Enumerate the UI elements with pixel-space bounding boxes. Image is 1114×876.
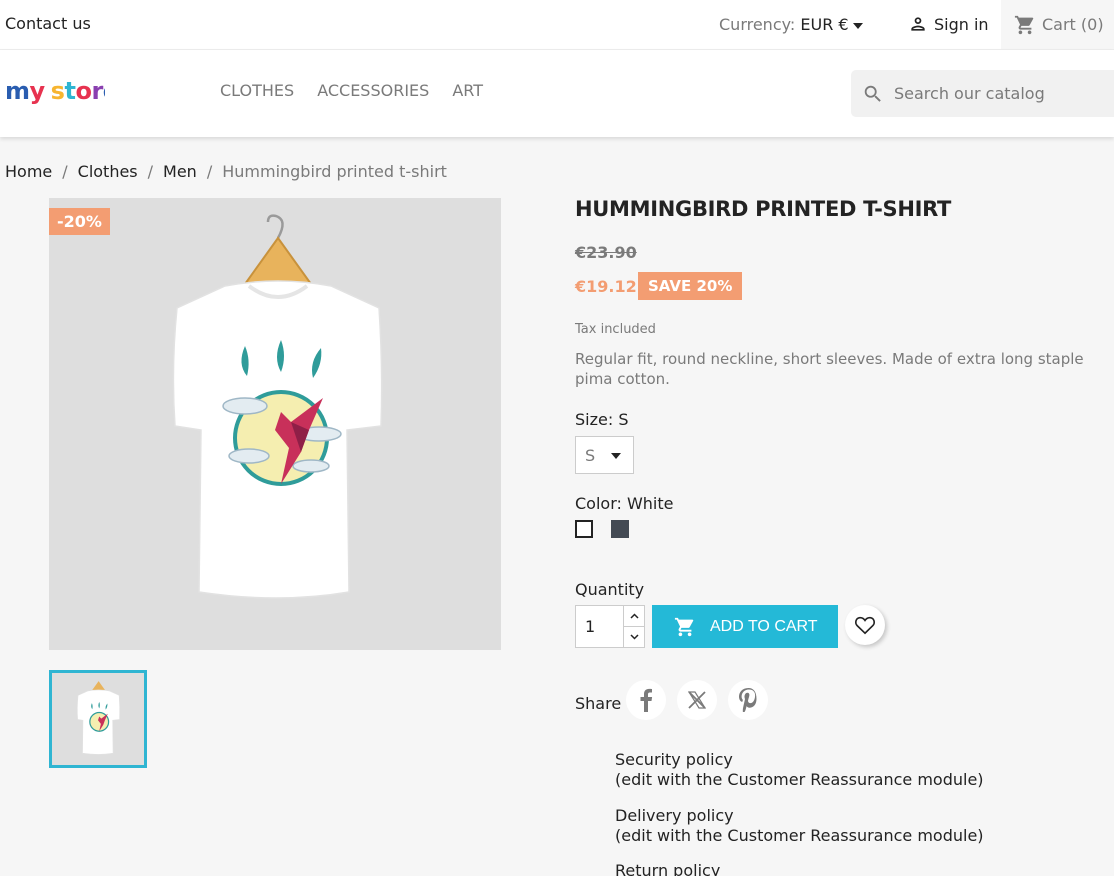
breadcrumb-men[interactable]: Men [163,162,197,181]
tax-label: Tax included [575,322,656,337]
store-logo[interactable]: mystore [5,77,119,115]
search-input[interactable] [894,84,1094,103]
currency-selector[interactable]: Currency: EUR € [719,15,863,34]
nav-item-art[interactable]: ART [452,81,483,100]
chevron-down-icon [629,634,639,640]
quantity-label: Quantity [575,580,645,599]
logo-wordmark: mystore [5,77,119,105]
breadcrumb-home[interactable]: Home [5,162,52,181]
product-main-image[interactable] [49,198,501,650]
caret-down-icon [852,22,863,29]
color-label: Color: White [575,494,674,513]
header: mystore CLOTHES ACCESSORIES ART [0,50,1114,137]
shopping-cart-icon [1014,15,1034,34]
nav-item-clothes[interactable]: CLOTHES [220,81,294,100]
share-label: Share [575,694,622,713]
currency-value: EUR € [800,15,849,34]
main-nav: CLOTHES ACCESSORIES ART [220,81,483,100]
currency-label: Currency: [719,15,796,34]
svg-text:mystore: mystore [5,77,105,105]
size-label: Size: S [575,410,629,429]
size-select[interactable]: S [575,436,634,474]
contact-link[interactable]: Contact us [5,14,91,33]
tshirt-thumbnail-image [77,681,121,755]
chevron-up-icon [629,613,639,619]
quantity-stepper [575,605,645,648]
reassurance-subtitle: (edit with the Customer Reassurance modu… [615,826,984,845]
share-x-button[interactable] [677,680,717,720]
shopping-cart-icon [674,617,694,636]
search-box [851,70,1114,117]
current-price: €19.12 [575,277,637,296]
reassurance-delivery: Delivery policy (edit with the Customer … [615,806,984,846]
color-swatch-grey[interactable] [611,520,629,538]
wishlist-button[interactable] [845,605,885,645]
quantity-spinner [623,606,644,647]
top-bar: Contact us Currency: EUR € Sign in Cart … [0,0,1114,50]
breadcrumb-separator: / [206,162,213,181]
add-to-cart-label: ADD TO CART [710,617,818,635]
breadcrumb-clothes[interactable]: Clothes [78,162,138,181]
product-description: Regular fit, round neckline, short sleev… [575,350,1084,388]
share-pinterest-button[interactable] [728,680,768,720]
reassurance-return: Return policy [615,861,720,876]
nav-item-accessories[interactable]: ACCESSORIES [317,81,429,100]
reassurance-title: Return policy [615,861,721,876]
x-twitter-icon [687,691,707,709]
tshirt-illustration [172,214,383,599]
facebook-icon [640,688,653,712]
size-select-value: S [585,445,596,465]
discount-flag: -20% [49,208,110,235]
quantity-decrease-button[interactable] [624,626,644,647]
cart-label: Cart (0) [1042,15,1104,34]
reassurance-subtitle: (edit with the Customer Reassurance modu… [615,770,984,789]
breadcrumb-current: Hummingbird printed t-shirt [222,162,447,181]
breadcrumb-separator: / [147,162,154,181]
cart-button[interactable]: Cart (0) [1001,0,1114,49]
caret-down-icon [611,453,621,459]
regular-price: €23.90 [575,243,637,262]
product-title: HUMMINGBIRD PRINTED T-SHIRT [575,197,952,221]
quantity-input[interactable] [576,606,623,647]
sign-in-label: Sign in [934,14,989,34]
reassurance-title: Security policy [615,750,733,769]
quantity-increase-button[interactable] [624,606,644,626]
reassurance-title: Delivery policy [615,806,734,825]
reassurance-security: Security policy (edit with the Customer … [615,750,984,790]
product-thumbnail[interactable] [49,670,147,768]
pinterest-icon [739,688,757,712]
sign-in-link[interactable]: Sign in [908,14,989,34]
color-swatch-white[interactable] [575,520,593,538]
breadcrumb: Home / Clothes / Men / Hummingbird print… [5,162,447,181]
share-facebook-button[interactable] [626,680,666,720]
user-icon [911,17,925,31]
search-icon[interactable] [862,83,884,105]
add-to-cart-button[interactable]: ADD TO CART [652,605,838,648]
heart-icon [854,616,876,635]
breadcrumb-separator: / [62,162,68,181]
save-badge: SAVE 20% [638,272,743,300]
